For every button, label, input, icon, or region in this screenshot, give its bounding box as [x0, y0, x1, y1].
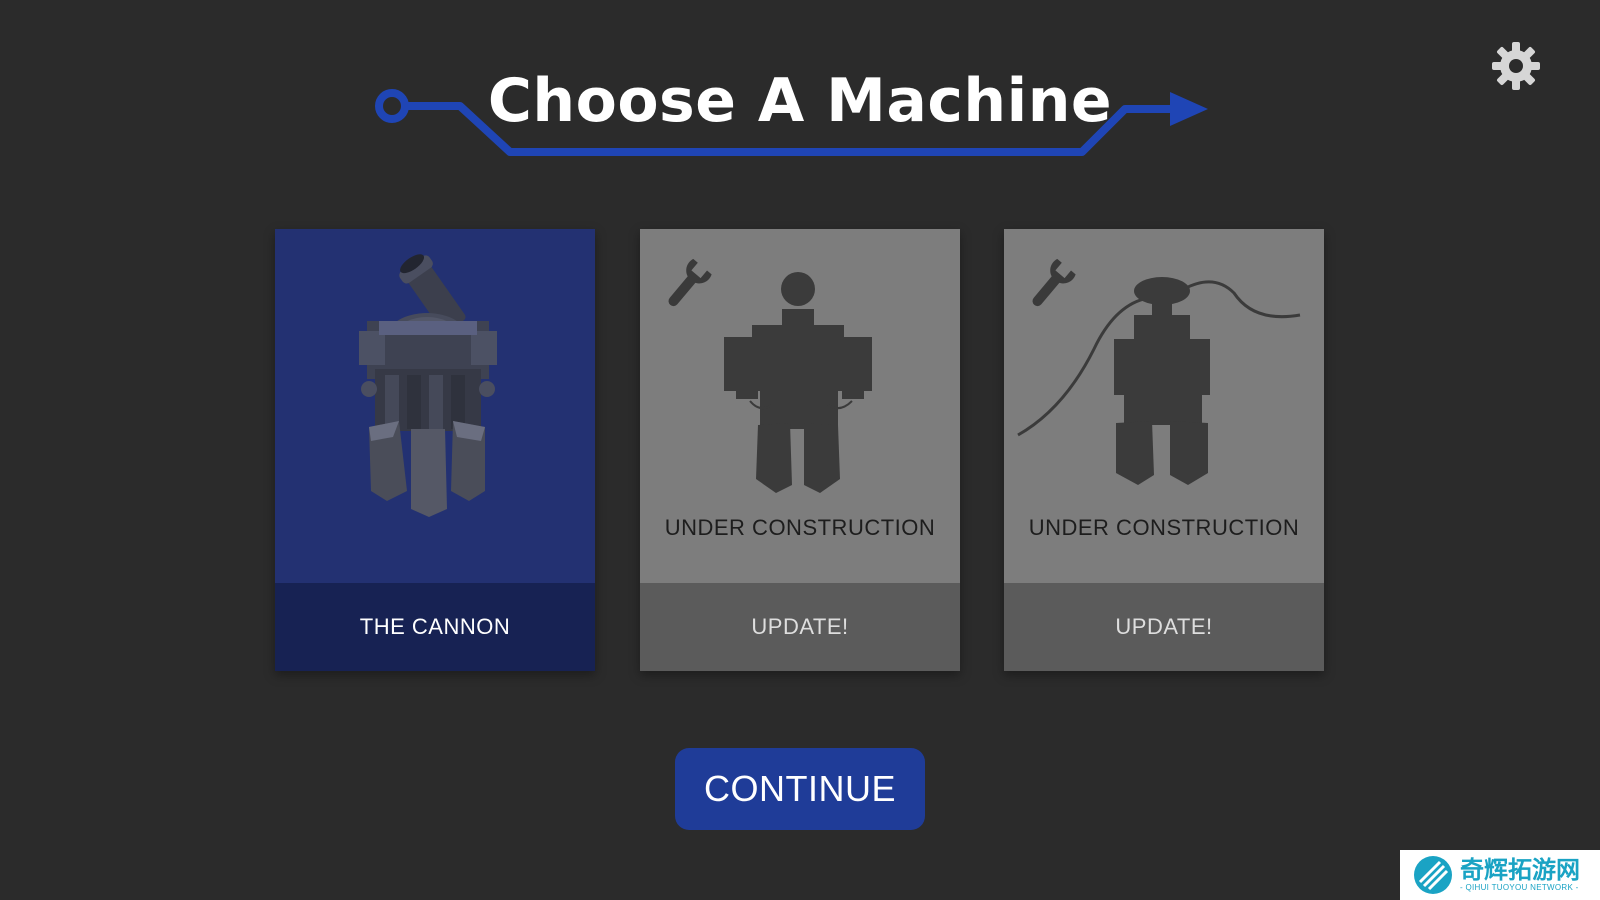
gear-icon — [1492, 42, 1540, 90]
machine-name-label: THE CANNON — [275, 583, 595, 671]
under-construction-label: UNDER CONSTRUCTION — [664, 515, 936, 540]
game-screen: Choose A Machine THE CANNON UNDER CONSTR… — [0, 0, 1600, 900]
settings-button[interactable] — [1490, 40, 1542, 92]
site-watermark: 奇辉拓游网 - QIHUI TUOYOU NETWORK - — [1400, 850, 1600, 900]
machine-card-locked-2[interactable]: UNDER CONSTRUCTION UPDATE! — [1004, 229, 1324, 671]
update-label: UPDATE! — [640, 583, 960, 671]
machine-art-panel: UNDER CONSTRUCTION — [1004, 229, 1324, 583]
machine-selector: THE CANNON UNDER CONSTRUCTION UPDATE! UN… — [275, 229, 1325, 671]
watermark-cn: 奇辉拓游网 — [1460, 856, 1580, 884]
machine-art-panel — [275, 229, 595, 583]
machine-card-locked-1[interactable]: UNDER CONSTRUCTION UPDATE! — [640, 229, 960, 671]
watermark-en: - QIHUI TUOYOU NETWORK - — [1460, 883, 1579, 892]
cannon-machine-image — [359, 254, 497, 517]
page-title: Choose A Machine — [487, 66, 1113, 136]
under-construction-label: UNDER CONSTRUCTION — [1028, 515, 1300, 540]
machine-art-panel: UNDER CONSTRUCTION — [640, 229, 960, 583]
update-label: UPDATE! — [1004, 583, 1324, 671]
watermark-logo-icon — [1414, 856, 1452, 894]
machine-card-cannon[interactable]: THE CANNON — [275, 229, 595, 671]
continue-button[interactable]: CONTINUE — [675, 748, 925, 830]
watermark-text: 奇辉拓游网 - QIHUI TUOYOU NETWORK - — [1460, 857, 1580, 893]
